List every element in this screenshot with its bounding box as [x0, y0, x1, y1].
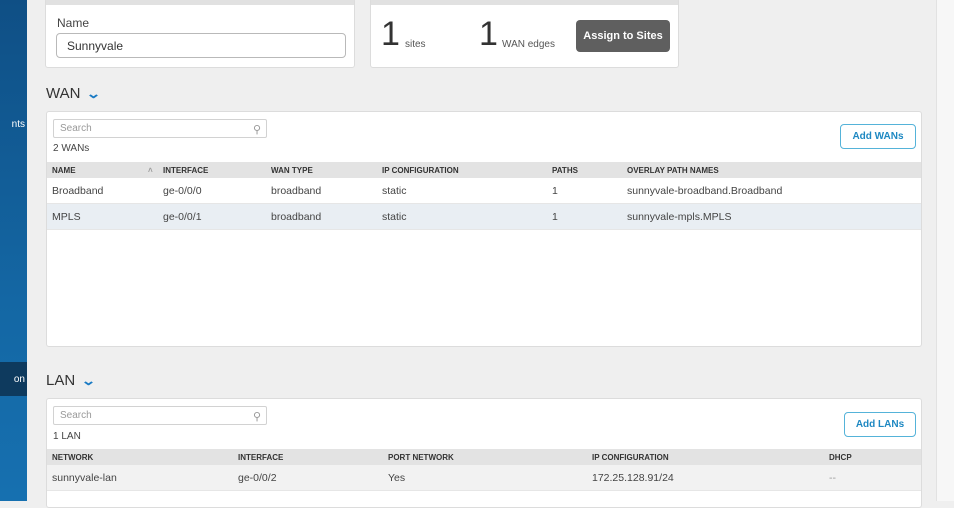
search-placeholder: Search — [60, 410, 92, 421]
sidebar-item[interactable]: nts — [12, 119, 25, 130]
col-wan-type[interactable]: WAN TYPE — [271, 162, 313, 178]
cell: broadband — [271, 210, 322, 223]
scrollbar[interactable] — [936, 0, 954, 501]
col-name[interactable]: NAME — [52, 162, 76, 178]
sites-count: 1 — [381, 15, 400, 53]
cell: Yes — [388, 471, 406, 484]
col-port-network[interactable]: PORT NETWORK — [388, 449, 454, 465]
col-interface[interactable]: INTERFACE — [238, 449, 283, 465]
assign-to-sites-button[interactable]: Assign to Sites — [576, 20, 670, 52]
cell: sunnyvale-mpls.MPLS — [627, 210, 732, 223]
wan-panel: Search ⚲ 2 WANs Add WANs NAME ˄ INTERFAC… — [46, 111, 922, 347]
search-icon: ⚲ — [252, 124, 261, 136]
col-ip-config[interactable]: IP CONFIGURATION — [382, 162, 459, 178]
cell: 1 — [552, 184, 558, 197]
wan-table-header: NAME ˄ INTERFACE WAN TYPE IP CONFIGURATI… — [47, 162, 921, 178]
name-input[interactable]: Sunnyvale — [56, 33, 346, 58]
search-placeholder: Search — [60, 123, 92, 134]
lan-search-input[interactable]: Search ⚲ — [53, 406, 267, 425]
name-card: Name Sunnyvale — [45, 0, 355, 68]
cell: Broadband — [52, 184, 104, 197]
col-ip-config[interactable]: IP CONFIGURATION — [592, 449, 669, 465]
sidebar: nts on — [0, 0, 27, 501]
cell: sunnyvale-lan — [52, 471, 117, 484]
sites-label: sites — [405, 39, 426, 50]
cell: MPLS — [52, 210, 81, 223]
cell: 172.25.128.91/24 — [592, 471, 674, 484]
cell: -- — [829, 471, 836, 484]
cell: static — [382, 210, 407, 223]
wan-section-toggle[interactable]: WAN ⌄ — [46, 85, 102, 102]
col-interface[interactable]: INTERFACE — [163, 162, 208, 178]
cell: sunnyvale-broadband.Broadband — [627, 184, 783, 197]
add-lans-button[interactable]: Add LANs — [844, 412, 916, 437]
lan-section-toggle[interactable]: LAN ⌄ — [46, 372, 97, 389]
edges-label: WAN edges — [502, 39, 555, 50]
lan-panel: Search ⚲ 1 LAN Add LANs NETWORK INTERFAC… — [46, 398, 922, 508]
lan-count: 1 LAN — [53, 431, 81, 442]
lan-table-header: NETWORK INTERFACE PORT NETWORK IP CONFIG… — [47, 449, 921, 465]
sidebar-item-label: on — [13, 374, 25, 385]
col-overlay[interactable]: OVERLAY PATH NAMES — [627, 162, 719, 178]
chevron-down-icon: ⌄ — [81, 372, 97, 388]
table-row[interactable]: Broadband ge-0/0/0 broadband static 1 su… — [47, 178, 921, 204]
cell: broadband — [271, 184, 322, 197]
col-network[interactable]: NETWORK — [52, 449, 93, 465]
name-label: Name — [57, 16, 90, 30]
stats-card: 1 sites 1 WAN edges Assign to Sites — [370, 0, 679, 68]
table-row[interactable]: sunnyvale-lan ge-0/0/2 Yes 172.25.128.91… — [47, 465, 921, 491]
col-dhcp[interactable]: DHCP — [829, 449, 852, 465]
wan-search-input[interactable]: Search ⚲ — [53, 119, 267, 138]
cell: ge-0/0/2 — [238, 471, 277, 484]
cell: ge-0/0/1 — [163, 210, 202, 223]
table-row[interactable]: MPLS ge-0/0/1 broadband static 1 sunnyva… — [47, 204, 921, 230]
search-icon: ⚲ — [252, 411, 261, 423]
sort-icon[interactable]: ˄ — [148, 162, 153, 178]
edges-count: 1 — [479, 15, 498, 53]
wan-count: 2 WANs — [53, 143, 90, 154]
sidebar-item-selected[interactable]: on — [0, 362, 27, 396]
col-paths[interactable]: PATHS — [552, 162, 578, 178]
chevron-down-icon: ⌄ — [86, 85, 102, 101]
cell: 1 — [552, 210, 558, 223]
lan-title: LAN — [46, 372, 76, 389]
wan-title: WAN — [46, 85, 81, 102]
cell: static — [382, 184, 407, 197]
cell: ge-0/0/0 — [163, 184, 202, 197]
add-wans-button[interactable]: Add WANs — [840, 124, 916, 149]
